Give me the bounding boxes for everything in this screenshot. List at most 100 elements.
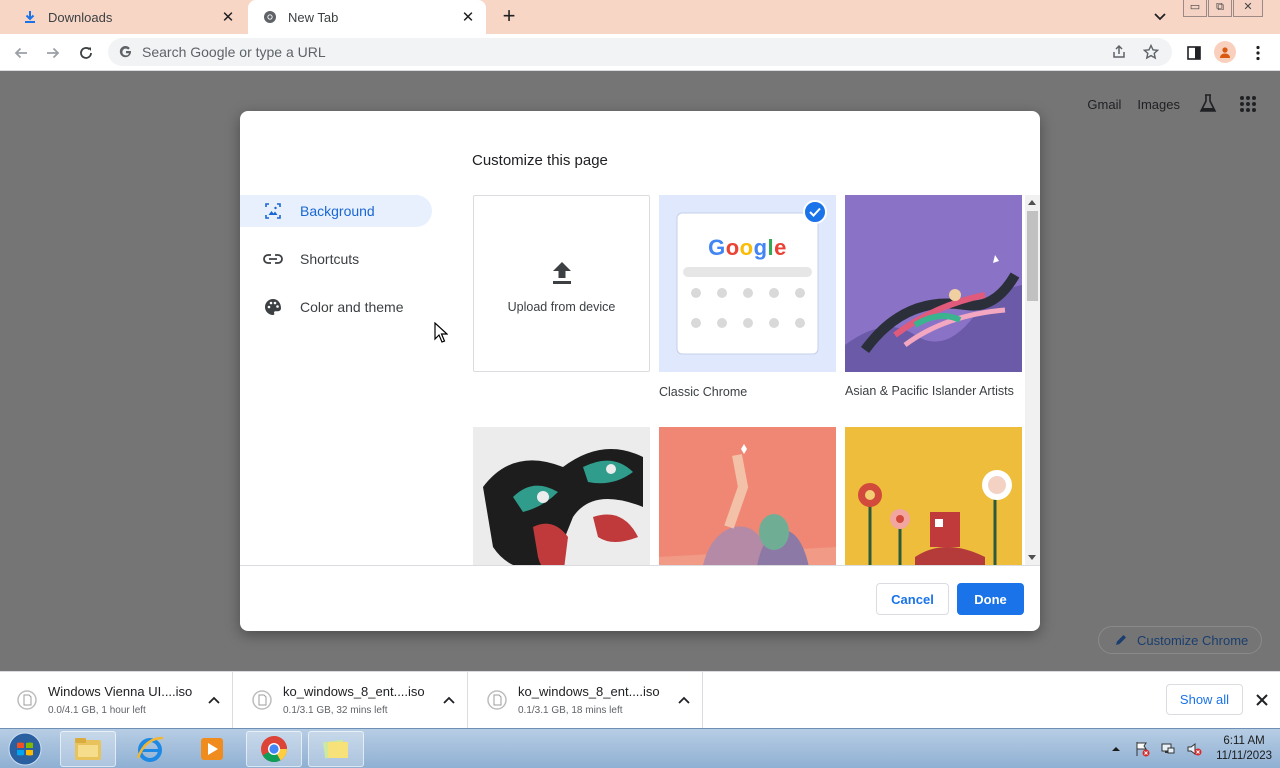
upload-from-device-tile[interactable]: Upload from device [473, 195, 650, 372]
close-tab-icon[interactable]: ✕ [458, 7, 478, 27]
download-filename: ko_windows_8_ent....iso [518, 684, 660, 699]
flowers-artwork [845, 427, 1022, 565]
chevron-up-icon[interactable] [204, 690, 224, 710]
bookmark-star-icon[interactable] [1140, 41, 1162, 63]
share-icon[interactable] [1108, 41, 1130, 63]
scroll-down-arrow[interactable] [1028, 555, 1036, 560]
nav-item-background[interactable]: Background [240, 195, 432, 227]
downloads-bar: Windows Vienna UI....iso 0.0/4.1 GB, 1 h… [0, 671, 1280, 728]
tab-downloads[interactable]: Downloads ✕ [8, 0, 246, 34]
image-icon [262, 200, 284, 222]
customize-chrome-button[interactable]: Customize Chrome [1098, 626, 1262, 654]
dialog-title: Customize this page [472, 152, 608, 169]
nav-item-label: Shortcuts [300, 251, 360, 267]
chevron-up-icon[interactable] [674, 690, 694, 710]
tab-search-icon[interactable] [1150, 8, 1170, 26]
background-tile-flowers[interactable] [845, 427, 1022, 565]
labs-flask-icon[interactable] [1196, 92, 1220, 116]
toolbar: Search Google or type a URL [0, 34, 1280, 71]
cancel-button[interactable]: Cancel [876, 583, 949, 615]
clock-date: 11/11/2023 [1216, 750, 1272, 762]
upload-label: Upload from device [507, 300, 616, 314]
download-status: 0.1/3.1 GB, 18 mins left [518, 705, 623, 716]
forward-button[interactable] [42, 42, 64, 64]
asian-pacific-islander-artists-tile[interactable] [845, 195, 1022, 372]
window-controls: ▭ ⧉ ✕ [1183, 0, 1263, 17]
google-logo: Google [708, 235, 787, 260]
taskbar-media-player[interactable] [184, 731, 240, 767]
dialog-divider [240, 565, 1040, 566]
download-status: 0.1/3.1 GB, 32 mins left [283, 705, 388, 716]
chevron-up-icon[interactable] [439, 690, 459, 710]
media-player-icon [201, 738, 223, 760]
reload-button[interactable] [75, 42, 97, 64]
windows-taskbar: 6:11 AM 11/11/2023 [0, 728, 1280, 768]
taskbar-explorer[interactable] [60, 731, 116, 767]
api-artists-label: Asian & Pacific Islander Artists [845, 384, 1014, 398]
windows-logo-icon [8, 732, 42, 766]
show-hidden-icons-icon[interactable] [1106, 739, 1126, 759]
taskbar-clock[interactable]: 6:11 AM 11/11/2023 [1216, 734, 1272, 764]
close-downloads-bar-icon[interactable] [1252, 690, 1272, 710]
download-item[interactable]: Windows Vienna UI....iso 0.0/4.1 GB, 1 h… [0, 672, 233, 728]
tab-title: Downloads [48, 9, 113, 25]
restore-button[interactable]: ⧉ [1208, 0, 1232, 17]
back-button[interactable] [10, 42, 32, 64]
download-status: 0.0/4.1 GB, 1 hour left [48, 705, 146, 716]
background-grid: Upload from device Google Classic Chrome… [473, 195, 1033, 565]
download-filename: ko_windows_8_ent....iso [283, 684, 425, 699]
background-tile-friends[interactable] [659, 427, 836, 565]
download-item[interactable]: ko_windows_8_ent....iso 0.1/3.1 GB, 32 m… [235, 672, 468, 728]
show-all-button[interactable]: Show all [1166, 684, 1243, 715]
profile-avatar[interactable] [1214, 41, 1236, 63]
apps-grid-icon[interactable] [1236, 92, 1260, 116]
scrollbar-thumb[interactable] [1027, 211, 1038, 301]
classic-chrome-label: Classic Chrome [659, 385, 748, 399]
taskbar-chrome[interactable] [246, 731, 302, 767]
scroll-up-arrow[interactable] [1028, 200, 1036, 205]
tab-strip: Downloads ✕ New Tab ✕ + ▭ ⧉ ✕ [0, 0, 1280, 34]
palette-icon [262, 296, 284, 318]
minimize-button[interactable]: ▭ [1183, 0, 1207, 17]
mouse-cursor-icon [434, 322, 448, 343]
tab-new-tab[interactable]: New Tab ✕ [248, 0, 486, 34]
clock-time: 6:11 AM [1223, 735, 1265, 747]
close-tab-icon[interactable]: ✕ [218, 7, 238, 27]
download-icon [22, 9, 38, 25]
upload-icon [550, 260, 574, 291]
images-link[interactable]: Images [1137, 97, 1180, 112]
start-button[interactable] [4, 730, 46, 768]
link-icon [262, 248, 284, 270]
chrome-icon [261, 736, 288, 763]
google-icon [118, 44, 134, 60]
customize-dialog: Customize this page Background Shortcuts… [240, 111, 1040, 631]
internet-explorer-icon [136, 736, 164, 762]
selected-check-icon [803, 200, 827, 224]
action-center-flag-icon[interactable] [1132, 739, 1152, 759]
customize-chrome-label: Customize Chrome [1137, 632, 1249, 648]
close-window-button[interactable]: ✕ [1233, 0, 1263, 17]
file-icon [251, 688, 273, 712]
new-tab-button[interactable]: + [497, 5, 521, 29]
network-icon[interactable] [1158, 739, 1178, 759]
address-input[interactable]: Search Google or type a URL [142, 44, 1108, 60]
file-icon [16, 688, 38, 712]
taskbar-ie[interactable] [122, 731, 178, 767]
done-button[interactable]: Done [957, 583, 1024, 615]
volume-muted-icon[interactable] [1184, 739, 1204, 759]
sticky-notes-icon [322, 739, 348, 759]
taskbar-notes[interactable] [308, 731, 364, 767]
classic-chrome-tile[interactable]: Google [659, 195, 836, 372]
dialog-scrollbar[interactable] [1025, 195, 1040, 565]
gmail-link[interactable]: Gmail [1087, 97, 1121, 112]
download-filename: Windows Vienna UI....iso [48, 684, 193, 699]
file-icon [486, 688, 508, 712]
background-tile-formline[interactable] [473, 427, 650, 565]
menu-kebab-icon[interactable] [1247, 42, 1269, 64]
download-item[interactable]: ko_windows_8_ent....iso 0.1/3.1 GB, 18 m… [470, 672, 703, 728]
side-panel-icon[interactable] [1183, 42, 1205, 64]
nav-item-shortcuts[interactable]: Shortcuts [240, 243, 432, 275]
nav-item-color-and-theme[interactable]: Color and theme [240, 291, 432, 323]
system-tray: 6:11 AM 11/11/2023 [1100, 729, 1272, 768]
omnibox[interactable]: Search Google or type a URL [108, 38, 1172, 66]
